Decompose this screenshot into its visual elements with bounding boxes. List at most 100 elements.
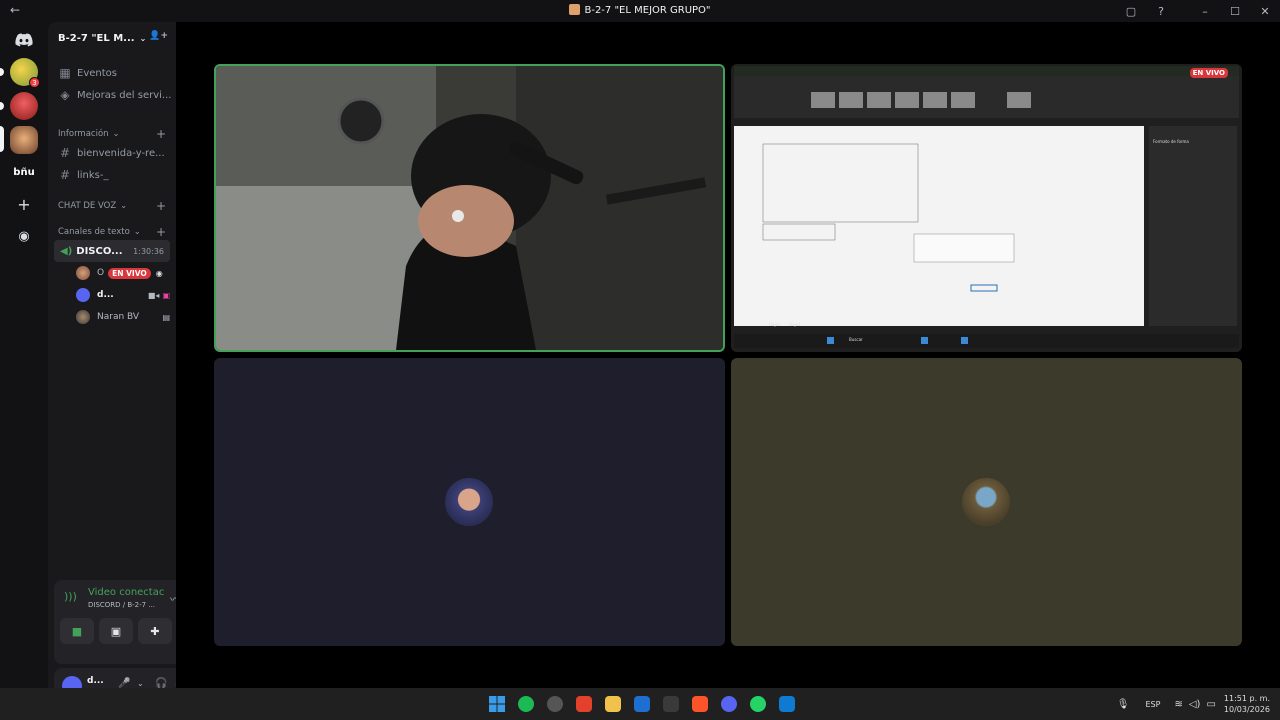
whatsapp-icon[interactable] [743, 692, 772, 716]
mic-tray-icon[interactable]: 🎙 [1117, 699, 1130, 710]
user-name[interactable]: d... [87, 676, 104, 686]
channel-links[interactable]: # links-_ [56, 165, 172, 185]
camera-icon: ■ [71, 624, 83, 638]
channel-sidebar: B-2-7 "EL M... ⌄ 👤+ ▦ Eventos ◈ Mejoras … [48, 22, 218, 704]
screen-share-button[interactable]: ▣ [99, 618, 133, 644]
video-stage: EN VIVO Hoja1 Hoja2 Formato de forma Bus… [176, 22, 1280, 688]
add-server-icon[interactable]: + [10, 190, 38, 218]
stream-live-badge: EN VIVO [1189, 68, 1228, 78]
windows-icon [488, 696, 505, 712]
nav-events[interactable]: ▦ Eventos [56, 63, 172, 83]
clock[interactable]: 11:51 p. m. 10/03/2026 [1224, 693, 1270, 715]
voice-location[interactable]: DISCORD / B-2-7 ... [88, 601, 155, 609]
camera-button[interactable]: ■ [60, 618, 94, 644]
signal-icon: ))) [64, 590, 77, 603]
taskbar-apps [482, 692, 801, 716]
inbox-icon[interactable]: ▢ [1116, 5, 1146, 18]
battery-icon[interactable]: ▭ [1206, 699, 1215, 710]
chevron-down-icon: ⌄ [112, 129, 120, 139]
boost-icon: ◈ [60, 88, 70, 102]
channel-bienvenida-label: bienvenida-y-re... [77, 147, 165, 159]
channel-links-label: links-_ [77, 169, 109, 181]
language-indicator[interactable]: ESP [1145, 700, 1160, 709]
video-icon: ■◂ [147, 290, 160, 300]
chevron-down-icon: ⌄ [120, 201, 128, 211]
os-taskbar: 🎙 ESP ≋ ◁) ▭ 11:51 p. m. 10/03/2026 [0, 688, 1280, 720]
maximize-button[interactable]: ☐ [1220, 5, 1250, 18]
voice-status: Video conectac [88, 587, 165, 598]
add-channel-icon[interactable]: + [156, 127, 166, 141]
chevron-down-icon[interactable]: ⌄ [137, 679, 144, 688]
server-unread-pill [0, 102, 4, 110]
chevron-down-icon: ⌄ [139, 33, 147, 43]
close-button[interactable]: ✕ [1250, 5, 1280, 18]
add-channel-icon[interactable]: + [156, 225, 166, 239]
server-avatar-1[interactable]: 3 [10, 58, 40, 88]
sheet-tab: Hoja1 [769, 322, 781, 327]
voice-user-naran[interactable]: Naran BV ▤ [76, 307, 170, 327]
guild-header[interactable]: B-2-7 "EL M... ⌄ 👤+ [48, 22, 176, 54]
voice-channel-active[interactable]: ◀) DISCO... 1:30:36 [54, 240, 170, 262]
obs-icon[interactable] [540, 692, 569, 716]
category-voice[interactable]: CHAT DE VOZ ⌄ + [58, 199, 172, 213]
voice-user-streamer[interactable]: O EN VIVO ◉ [76, 263, 170, 283]
server-bfu[interactable]: bñu [10, 158, 38, 186]
video-tile-participant[interactable] [214, 358, 725, 646]
discord-home-icon[interactable] [10, 26, 38, 54]
avatar [76, 310, 90, 324]
discover-icon[interactable]: ◉ [10, 222, 38, 250]
category-info[interactable]: Información ⌄ + [58, 127, 172, 141]
video-tile-participant[interactable] [731, 358, 1242, 646]
title-bar: ← B-2-7 "EL MEJOR GRUPO" ▢ ? – ☐ ✕ [0, 0, 1280, 22]
minimize-button[interactable]: – [1190, 5, 1220, 18]
word-icon[interactable] [627, 692, 656, 716]
davinci-icon[interactable] [656, 692, 685, 716]
voice-user-d[interactable]: d... ■◂ ▣ [76, 285, 170, 305]
add-channel-icon[interactable]: + [156, 199, 166, 213]
screen-share-icon: ▣ [110, 624, 122, 638]
spotify-icon[interactable] [511, 692, 540, 716]
clock-time: 11:51 p. m. [1223, 694, 1270, 703]
hash-icon: # [59, 146, 71, 160]
chevron-down-icon: ⌄ [133, 227, 141, 237]
clock-date: 10/03/2026 [1223, 705, 1270, 714]
sheet-tab: Hoja2 [789, 322, 801, 327]
sidepanel-title: Formato de forma [1153, 139, 1189, 144]
camera-on-icon: ◉ [155, 268, 163, 278]
category-text[interactable]: Canales de texto ⌄ + [58, 225, 172, 239]
voice-user-name: O [97, 268, 105, 278]
pdf-icon[interactable] [569, 692, 598, 716]
camera-feed-image [216, 66, 723, 350]
discord-taskbar-icon[interactable] [714, 692, 743, 716]
avatar [76, 288, 90, 302]
discord-logo-icon [15, 33, 33, 47]
category-text-label: Canales de texto [58, 227, 130, 237]
file-explorer-icon[interactable] [598, 692, 627, 716]
channel-bienvenida[interactable]: # bienvenida-y-re... [56, 143, 172, 163]
server-avatar-3[interactable] [10, 126, 38, 154]
game-icon: ▣ [162, 290, 170, 300]
avatar [443, 476, 495, 528]
video-tile-camera[interactable] [214, 64, 725, 352]
video-tile-screen-share[interactable]: EN VIVO Hoja1 Hoja2 Formato de forma Bus… [731, 64, 1242, 352]
help-icon[interactable]: ? [1146, 5, 1176, 18]
voice-channel-name: DISCO... [76, 245, 123, 257]
voice-timer: 1:30:36 [133, 246, 164, 256]
server-icon [569, 4, 581, 15]
voice-user-name: Naran BV [97, 312, 140, 322]
start-button[interactable] [482, 692, 511, 716]
server-unread-pill [0, 68, 4, 76]
live-badge: EN VIVO [108, 267, 151, 279]
wifi-icon[interactable]: ≋ [1174, 699, 1182, 710]
app-icon[interactable] [772, 692, 801, 716]
nav-server-boosts[interactable]: ◈ Mejoras del servi... [56, 85, 172, 105]
screen-share-image [731, 64, 1242, 352]
volume-icon[interactable]: ◁) [1189, 699, 1201, 710]
brave-icon[interactable] [685, 692, 714, 716]
avatar [76, 266, 90, 280]
nav-boosts-label: Mejoras del servi... [77, 89, 172, 101]
server-rail: 3 bñu + ◉ [0, 22, 48, 688]
invite-icon[interactable]: 👤+ [149, 31, 168, 41]
activities-button[interactable]: ✚ [138, 618, 172, 644]
server-avatar-2[interactable] [10, 92, 38, 120]
